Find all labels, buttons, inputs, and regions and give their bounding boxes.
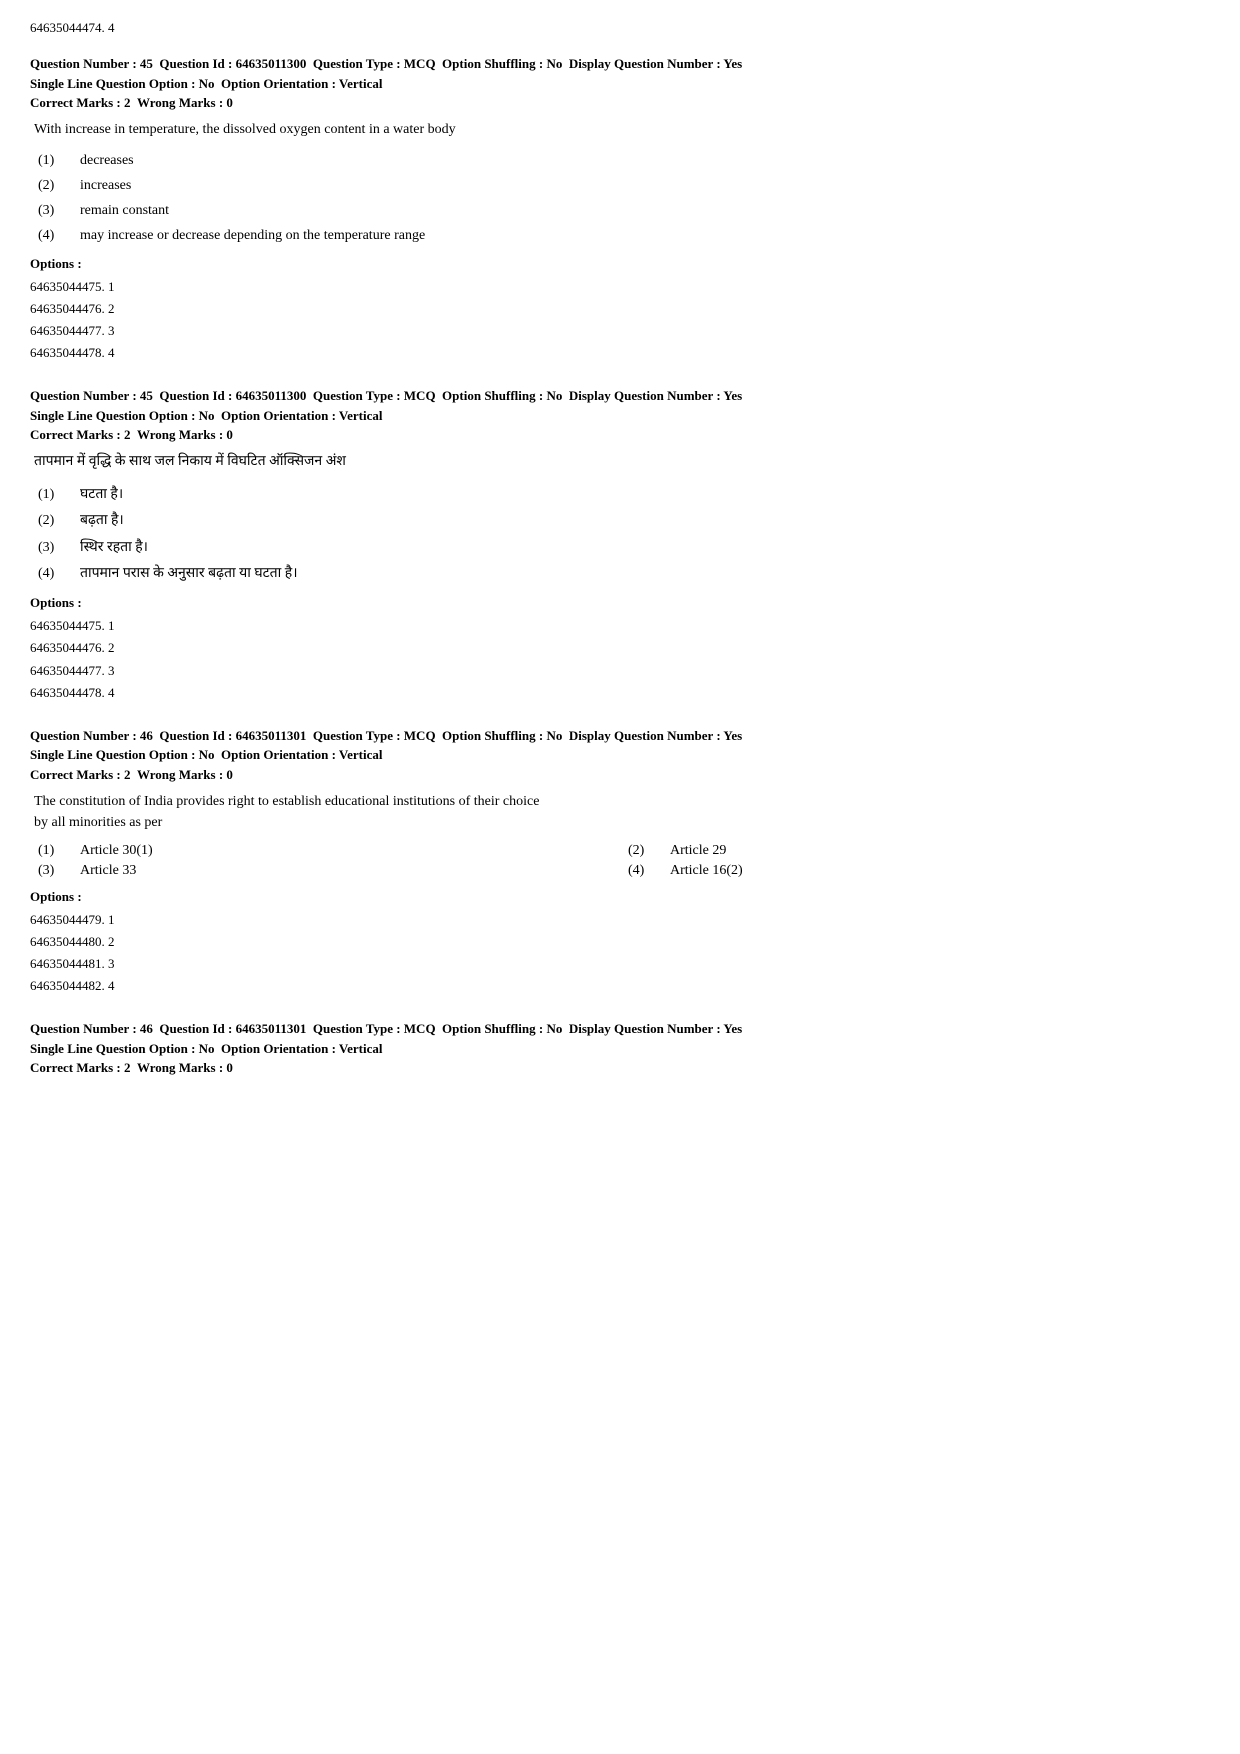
list-item: (3) Article 33 [30, 863, 620, 879]
correct-marks-q45-hi: Correct Marks : 2 Wrong Marks : 0 [30, 427, 1210, 443]
options-label-q46-en: Options : [30, 889, 1210, 905]
option-ids-q46-en: 64635044479. 1 64635044480. 2 6463504448… [30, 909, 1210, 997]
options-list-q45-en: (1)decreases (2)increases (3)remain cons… [30, 150, 1210, 246]
list-item: (2)बढ़ता है। [30, 510, 1210, 532]
question-meta-q45-en: Question Number : 45 Question Id : 64635… [30, 54, 1210, 93]
option-text: Article 29 [670, 843, 726, 859]
option-text: Article 33 [80, 863, 136, 879]
option-id: 64635044477. 3 [30, 320, 1210, 342]
question-block-q45-en: Question Number : 45 Question Id : 64635… [30, 54, 1210, 364]
option-id: 64635044476. 2 [30, 637, 1210, 659]
option-num: (4) [620, 863, 670, 879]
option-id: 64635044478. 4 [30, 342, 1210, 364]
list-item: (3)स्थिर रहता है। [30, 537, 1210, 559]
top-id: 64635044474. 4 [30, 20, 1210, 36]
option-id: 64635044477. 3 [30, 660, 1210, 682]
option-id: 64635044480. 2 [30, 931, 1210, 953]
correct-marks-q46-hi: Correct Marks : 2 Wrong Marks : 0 [30, 1060, 1210, 1076]
option-text: घटता है। [80, 484, 1210, 506]
option-ids-q45-en: 64635044475. 1 64635044476. 2 6463504447… [30, 276, 1210, 364]
options-list-q45-hi: (1)घटता है। (2)बढ़ता है। (3)स्थिर रहता ह… [30, 484, 1210, 586]
options-grid-q46-en: (1) Article 30(1) (2) Article 29 (3) Art… [30, 843, 1210, 879]
option-id: 64635044476. 2 [30, 298, 1210, 320]
list-item: (4)may increase or decrease depending on… [30, 225, 1210, 246]
options-label-q45-hi: Options : [30, 595, 1210, 611]
option-text: बढ़ता है। [80, 510, 1210, 532]
option-num: (4) [30, 225, 80, 246]
option-text: स्थिर रहता है। [80, 537, 1210, 559]
option-text: may increase or decrease depending on th… [80, 225, 1210, 246]
option-num: (2) [30, 510, 80, 531]
question-block-q46-en: Question Number : 46 Question Id : 64635… [30, 726, 1210, 997]
option-text: Article 30(1) [80, 843, 153, 859]
option-id: 64635044475. 1 [30, 615, 1210, 637]
option-text: increases [80, 175, 1210, 196]
option-num: (1) [30, 150, 80, 171]
option-text: remain constant [80, 200, 1210, 221]
option-text: तापमान परास के अनुसार बढ़ता या घटता है। [80, 563, 1210, 585]
question-meta-q45-hi: Question Number : 45 Question Id : 64635… [30, 386, 1210, 425]
question-meta-q46-hi: Question Number : 46 Question Id : 64635… [30, 1019, 1210, 1058]
option-id: 64635044475. 1 [30, 276, 1210, 298]
list-item: (1)घटता है। [30, 484, 1210, 506]
option-ids-q45-hi: 64635044475. 1 64635044476. 2 6463504447… [30, 615, 1210, 703]
option-id: 64635044479. 1 [30, 909, 1210, 931]
question-text-q45-en: With increase in temperature, the dissol… [30, 119, 1210, 140]
correct-marks-q46-en: Correct Marks : 2 Wrong Marks : 0 [30, 767, 1210, 783]
option-num: (1) [30, 843, 80, 859]
list-item: (2)increases [30, 175, 1210, 196]
list-item: (1) Article 30(1) [30, 843, 620, 859]
question-block-q46-hi: Question Number : 46 Question Id : 64635… [30, 1019, 1210, 1076]
list-item: (3)remain constant [30, 200, 1210, 221]
list-item: (4) Article 16(2) [620, 863, 1210, 879]
option-text: decreases [80, 150, 1210, 171]
question-meta-q46-en: Question Number : 46 Question Id : 64635… [30, 726, 1210, 765]
list-item: (2) Article 29 [620, 843, 1210, 859]
question-text-q45-hi: तापमान में वृद्धि के साथ जल निकाय में वि… [30, 451, 1210, 473]
question-text-q46-en: The constitution of India provides right… [30, 791, 1210, 833]
option-id: 64635044482. 4 [30, 975, 1210, 997]
option-num: (2) [620, 843, 670, 859]
option-text: Article 16(2) [670, 863, 743, 879]
question-block-q45-hi: Question Number : 45 Question Id : 64635… [30, 386, 1210, 703]
correct-marks-q45-en: Correct Marks : 2 Wrong Marks : 0 [30, 95, 1210, 111]
list-item: (1)decreases [30, 150, 1210, 171]
option-num: (3) [30, 200, 80, 221]
option-num: (1) [30, 484, 80, 505]
option-num: (3) [30, 537, 80, 558]
option-id: 64635044481. 3 [30, 953, 1210, 975]
option-id: 64635044478. 4 [30, 682, 1210, 704]
option-num: (2) [30, 175, 80, 196]
option-num: (3) [30, 863, 80, 879]
list-item: (4)तापमान परास के अनुसार बढ़ता या घटता ह… [30, 563, 1210, 585]
options-label-q45-en: Options : [30, 256, 1210, 272]
option-num: (4) [30, 563, 80, 584]
